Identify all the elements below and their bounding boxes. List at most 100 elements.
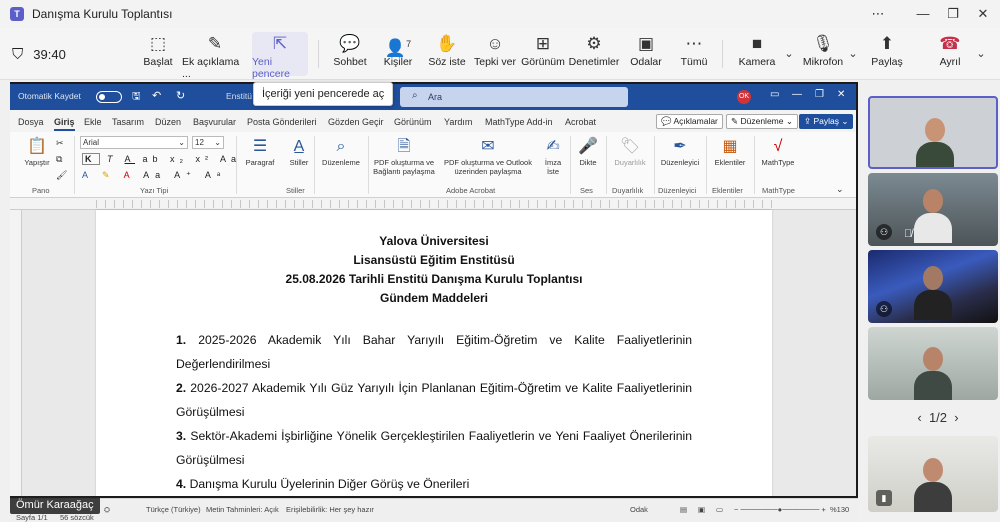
status-text-predictions[interactable]: Metin Tahminleri: Açık xyxy=(206,505,279,514)
group-label-acrobat: Adobe Acrobat xyxy=(446,186,496,195)
tab-home[interactable]: Giriş xyxy=(54,117,75,131)
word-share-button[interactable]: ⇪ Paylaş ⌄ xyxy=(799,114,854,129)
paragraph-button[interactable]: ☰ Paragraf xyxy=(240,136,280,167)
tab-file[interactable]: Dosya xyxy=(18,117,44,127)
tab-insert[interactable]: Ekle xyxy=(84,117,102,127)
zoom-slider[interactable]: − ───────●─────── + xyxy=(734,505,826,514)
smile-icon: ☺ xyxy=(486,34,504,53)
bold-button[interactable]: K xyxy=(82,153,100,165)
camera-options-chevron[interactable]: ⌄ xyxy=(782,42,796,86)
document-page[interactable]: Yalova Üniversitesi Lisansüstü Eğitim En… xyxy=(96,210,772,496)
more-button[interactable]: ⋯ Tümü xyxy=(674,32,714,76)
sensitivity-button[interactable]: 🏷 Duyarlılık xyxy=(608,136,652,167)
text-effects-icon[interactable]: A xyxy=(82,170,94,180)
ribbon-collapse-icon[interactable]: ⌄ xyxy=(836,184,844,195)
meeting-toolbar: ⛉ 39:40 ⬚ Başlat ✎ Ek açıklama ... ⇱ Yeni p… xyxy=(0,28,1000,80)
highlight-icon[interactable]: ✎ xyxy=(102,170,116,180)
people-button[interactable]: 👤7 Kişiler xyxy=(378,32,418,76)
tab-acrobat[interactable]: Acrobat xyxy=(565,117,596,127)
status-accessibility[interactable]: Erişilebilirlik: Her şey hazır xyxy=(286,505,374,514)
cut-icon[interactable]: ✂ xyxy=(56,138,64,149)
start-button[interactable]: ⬚ Başlat xyxy=(138,32,178,76)
save-icon[interactable]: 🖫 xyxy=(132,89,141,106)
share-icon: ⬆ xyxy=(879,34,895,53)
more-options-icon[interactable]: ⋯ xyxy=(855,0,901,28)
ribbon-divider xyxy=(368,136,369,194)
status-focus[interactable]: Odak xyxy=(630,505,648,514)
user-avatar[interactable]: OK xyxy=(737,90,751,104)
camera-button[interactable]: ■ Kamera xyxy=(736,32,778,76)
format-painter-icon[interactable]: 🖌 xyxy=(56,170,67,181)
participant-video xyxy=(916,108,954,167)
font-format-row[interactable]: K T A ab x₂ x² Aa xyxy=(82,153,241,165)
editor-button[interactable]: ✒ Düzenleyici xyxy=(656,136,704,167)
chevron-right-icon[interactable]: › xyxy=(954,410,958,425)
addins-button[interactable]: ▦ Eklentiler xyxy=(708,136,752,167)
editing-mode-button[interactable]: ✎ Düzenleme ⌄ xyxy=(726,114,798,129)
participant-tile[interactable] xyxy=(868,327,998,400)
word-minimize-button[interactable]: — xyxy=(792,89,802,100)
word-search-box[interactable]: Ara xyxy=(400,87,628,107)
mathtype-button[interactable]: √ MathType xyxy=(756,136,800,167)
grid-icon: ⊞ xyxy=(535,34,551,53)
find-icon: ⌕ xyxy=(336,138,346,155)
participant-tile[interactable]: ⚇ xyxy=(868,250,998,323)
mic-button[interactable]: 🎙 Mikrofon xyxy=(800,32,846,76)
share-button[interactable]: ⬆ Paylaş xyxy=(866,32,908,76)
new-window-button[interactable]: ⇱ Yeni pencere xyxy=(252,32,308,80)
print-layout-icon[interactable]: ▣ xyxy=(698,505,705,514)
font-name-select[interactable]: Arial ⌄ xyxy=(80,136,188,149)
close-button[interactable]: ✕ xyxy=(960,0,1000,28)
toolbar-divider xyxy=(722,40,723,68)
underline-button[interactable]: A xyxy=(125,154,136,164)
paste-button[interactable]: 📋 Yapıştır xyxy=(20,136,54,167)
tab-view[interactable]: Görünüm xyxy=(394,117,432,127)
undo-icon[interactable]: ↶ xyxy=(152,89,161,102)
tab-layout[interactable]: Düzen xyxy=(155,117,181,127)
request-signature-button[interactable]: ✍ İmza İste xyxy=(538,136,568,176)
autosave-label: Otomatik Kaydet xyxy=(18,91,81,101)
annotation-button[interactable]: ✎ Ek açıklama ... xyxy=(182,32,248,80)
tab-mathtype[interactable]: MathType Add-in xyxy=(485,117,553,127)
participant-tile[interactable]: ⚇ 🎙̸ xyxy=(868,173,998,246)
copy-icon[interactable]: ⧉ xyxy=(56,154,62,165)
web-layout-icon[interactable]: ▭ xyxy=(716,505,723,514)
pdf-link-share-button[interactable]: 🗎 PDF oluşturma ve Bağlantı paylaşma xyxy=(370,136,438,176)
font-size-select[interactable]: 12 ⌄ xyxy=(192,136,224,149)
raise-hand-button[interactable]: ✋ Söz iste xyxy=(426,32,468,76)
tab-design[interactable]: Tasarım xyxy=(112,117,144,127)
controls-button[interactable]: ⚙ Denetimler xyxy=(568,32,620,76)
read-mode-icon[interactable]: ▤ xyxy=(680,505,687,514)
font-color-row[interactable]: A ✎ A Aa A⁺ Aᵃ xyxy=(82,170,226,181)
autosave-toggle[interactable] xyxy=(96,91,122,103)
word-restore-button[interactable]: ❐ xyxy=(815,89,824,100)
redo-icon[interactable]: ↻ xyxy=(176,89,185,102)
dictate-button[interactable]: 🎤 Dikte xyxy=(572,136,604,167)
participant-tile[interactable]: ▮ xyxy=(868,436,998,512)
italic-button[interactable]: T xyxy=(107,154,118,164)
search-placeholder: Ara xyxy=(428,92,443,102)
font-color-icon[interactable]: A xyxy=(124,170,136,180)
react-button[interactable]: ☺ Tepki ver xyxy=(474,32,516,76)
chat-button[interactable]: 💬 Sohbet xyxy=(330,32,370,76)
status-language[interactable]: Türkçe (Türkiye) xyxy=(146,505,201,514)
chevron-down-icon: ⌄ xyxy=(214,138,221,147)
tab-review[interactable]: Gözden Geçir xyxy=(328,117,384,127)
rooms-button[interactable]: ▣ Odalar xyxy=(626,32,666,76)
tab-references[interactable]: Başvurular xyxy=(193,117,236,127)
pdf-outlook-share-button[interactable]: ✉ PDF oluşturma ve Outlook üzerinden payl… xyxy=(440,136,536,176)
participant-tile[interactable] xyxy=(868,96,998,169)
editing-button[interactable]: ⌕ Düzenleme xyxy=(318,136,364,167)
view-button[interactable]: ⊞ Görünüm xyxy=(521,32,565,76)
ribbon-divider xyxy=(570,136,571,194)
comments-button[interactable]: 💬 Açıklamalar xyxy=(656,114,723,129)
word-ribbon-display-icon[interactable]: ▭ xyxy=(770,89,779,100)
leave-button[interactable]: ☎ Ayrıl xyxy=(928,32,972,76)
tab-mailings[interactable]: Posta Gönderileri xyxy=(247,117,317,127)
styles-button[interactable]: A̲ Stiller xyxy=(282,136,316,167)
word-close-button[interactable]: ✕ xyxy=(837,89,845,100)
proofing-icon[interactable]: ⛭ xyxy=(104,505,110,515)
chevron-left-icon[interactable]: ‹ xyxy=(917,410,921,425)
status-zoom[interactable]: %130 xyxy=(830,505,849,514)
tab-help[interactable]: Yardım xyxy=(444,117,472,127)
